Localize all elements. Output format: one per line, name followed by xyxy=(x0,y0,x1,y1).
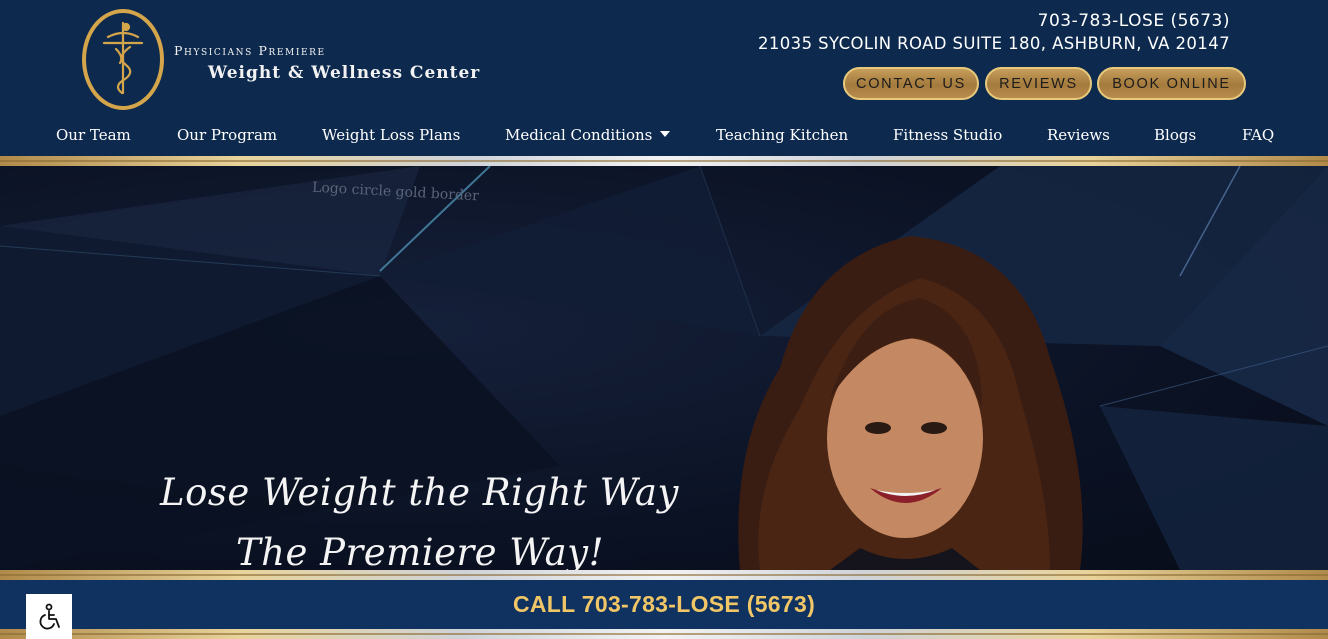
gold-divider-middle xyxy=(0,570,1328,580)
hero-tagline-line2: The Premiere Way! xyxy=(236,531,604,570)
call-banner: CALL 703-783-LOSE (5673) xyxy=(0,580,1328,629)
doctor-portrait xyxy=(738,236,1083,570)
site-logo[interactable] xyxy=(82,9,164,110)
main-nav: Our Team Our Program Weight Loss Plans M… xyxy=(0,122,1328,150)
nav-our-program[interactable]: Our Program xyxy=(177,126,277,144)
nav-fitness-studio[interactable]: Fitness Studio xyxy=(893,126,1002,144)
nav-weight-loss-plans[interactable]: Weight Loss Plans xyxy=(322,126,460,144)
nav-medical-conditions[interactable]: Medical Conditions xyxy=(505,126,671,144)
nav-medical-conditions-label: Medical Conditions xyxy=(505,126,653,144)
contact-us-button[interactable]: CONTACT US xyxy=(843,67,979,100)
nav-teaching-kitchen[interactable]: Teaching Kitchen xyxy=(716,126,848,144)
nav-our-team[interactable]: Our Team xyxy=(56,126,131,144)
nav-faq[interactable]: FAQ xyxy=(1242,126,1274,144)
gold-divider-top xyxy=(0,156,1328,166)
caret-down-icon[interactable] xyxy=(660,131,671,137)
hero-banner: Logo circle gold border Lose Weight the … xyxy=(0,166,1328,570)
accessibility-button[interactable] xyxy=(26,594,72,639)
book-online-button[interactable]: BOOK ONLINE xyxy=(1097,67,1246,100)
reviews-button[interactable]: REVIEWS xyxy=(985,67,1092,100)
site-header: Physicians Premiere Weight & Wellness Ce… xyxy=(0,0,1328,156)
wheelchair-icon xyxy=(39,603,60,629)
brand-name-line2: Weight & Wellness Center xyxy=(208,63,481,83)
header-phone-link[interactable]: 703-783-LOSE (5673) xyxy=(1038,11,1230,31)
call-phone-link[interactable]: CALL 703-783-LOSE (5673) xyxy=(513,591,815,618)
header-address: 21035 SYCOLIN ROAD SUITE 180, ASHBURN, V… xyxy=(757,34,1230,53)
hero-tagline-line1: Lose Weight the Right Way xyxy=(160,471,679,514)
nav-reviews[interactable]: Reviews xyxy=(1047,126,1110,144)
nav-blogs[interactable]: Blogs xyxy=(1154,126,1196,144)
brand-name-line1: Physicians Premiere xyxy=(174,43,326,58)
caduceus-figure-icon xyxy=(102,21,144,95)
gold-divider-bottom xyxy=(0,629,1328,639)
